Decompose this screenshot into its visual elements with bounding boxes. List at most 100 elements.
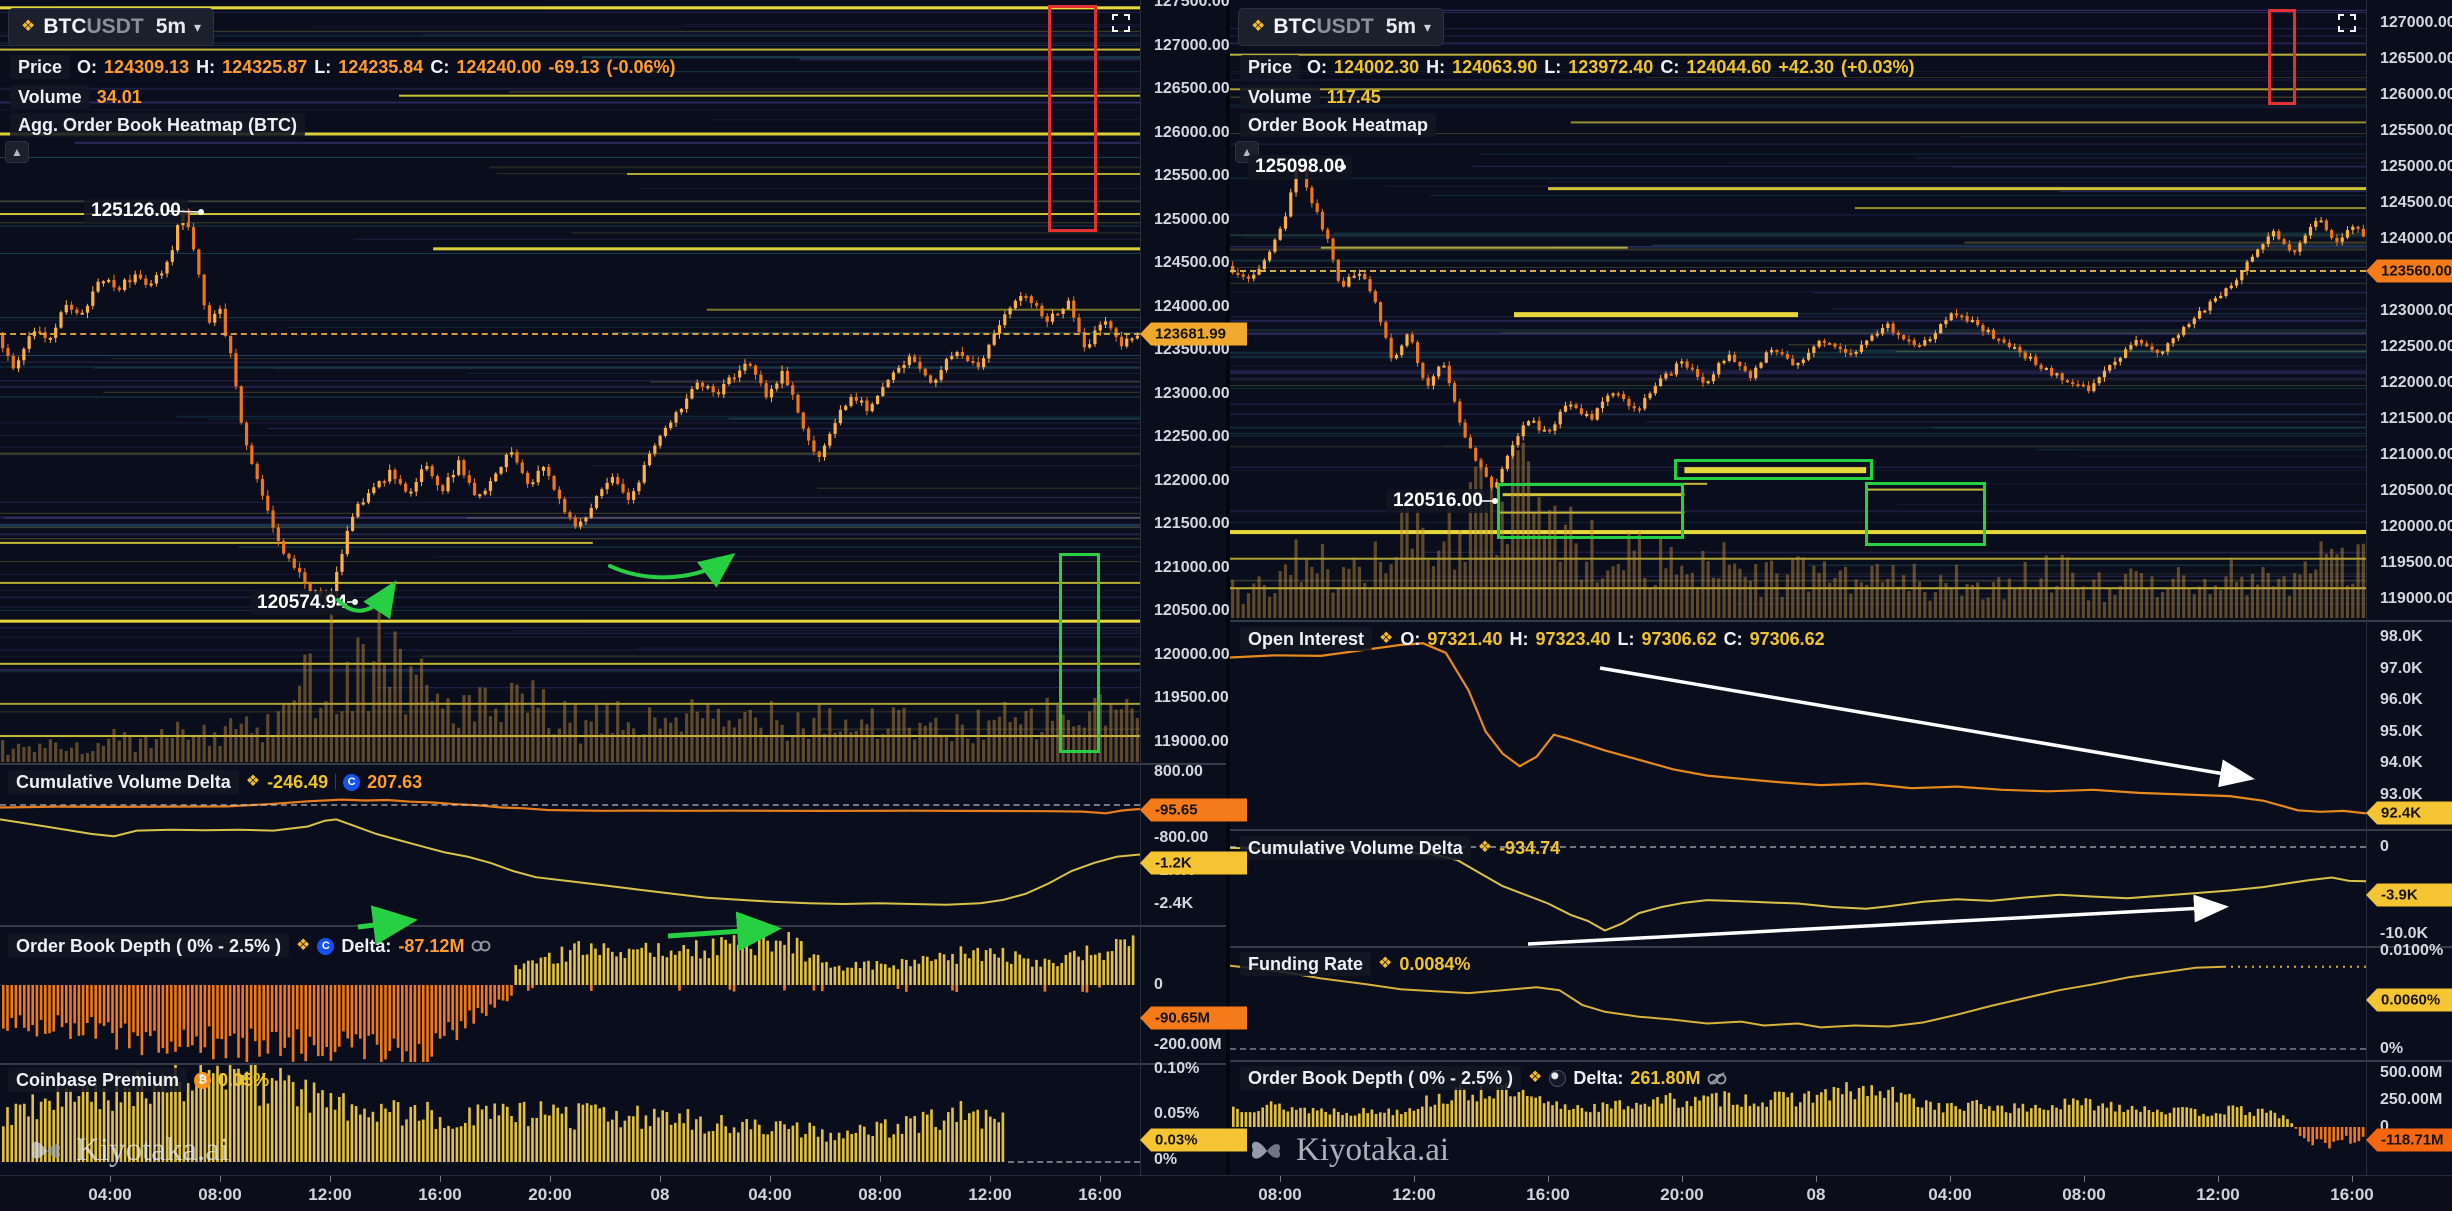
oi-title: Open Interest (1240, 627, 1372, 651)
change-value: +42.30 (1778, 56, 1834, 78)
left-heatmap-legend: Agg. Order Book Heatmap (BTC) (10, 113, 305, 137)
oi-high: 97323.40 (1535, 628, 1610, 650)
kiyotaka-watermark: Kiyotaka.ai (1246, 1132, 1449, 1169)
price-axis-label: 125000.00 (1154, 211, 1230, 229)
right-funding-zero-line (1230, 1048, 2366, 1050)
price-axis-label: 121000.00 (2380, 446, 2452, 464)
left-red-rectangle-annotation[interactable] (1048, 5, 1097, 232)
chevron-down-icon: ▾ (194, 19, 201, 36)
oi-close: 97306.62 (1750, 628, 1825, 650)
price-axis-label: 121500.00 (2380, 410, 2452, 428)
low-value: 124235.84 (338, 56, 423, 78)
indicator-axis-label: 0.0100% (2380, 942, 2443, 960)
binance-icon: ❖ (21, 19, 35, 35)
right-main-chart[interactable] (1230, 0, 2366, 620)
time-label: 16:00 (1078, 1185, 1121, 1205)
left-high-callout[interactable]: 125126.00 (84, 199, 188, 223)
coinbase-cvd-value: 207.63 (367, 771, 422, 793)
time-tick (880, 1176, 881, 1182)
time-label: 04:00 (748, 1185, 791, 1205)
right-green-rectangle-annotation-left[interactable] (1497, 483, 1684, 539)
high-value: 124063.90 (1452, 56, 1537, 78)
price-axis-label: 124500.00 (2380, 194, 2452, 212)
left-green-rectangle-annotation[interactable] (1059, 553, 1100, 753)
right-low-callout[interactable]: 120516.00 (1386, 489, 1490, 513)
time-label: 20:00 (1660, 1185, 1703, 1205)
time-tick (220, 1176, 221, 1182)
binance-icon[interactable]: ❖ (246, 774, 260, 790)
right-high-callout[interactable]: 125098.00 (1248, 155, 1352, 179)
right-fullscreen-button[interactable] (2336, 12, 2358, 39)
premium-tag: 0.03% (1140, 1129, 1247, 1152)
close-key: C: (1724, 628, 1743, 650)
time-tick (1816, 1176, 1817, 1182)
price-axis-label: 125000.00 (2380, 158, 2452, 176)
time-tick (990, 1176, 991, 1182)
binance-icon[interactable]: ❖ (1478, 840, 1492, 856)
left-cvd-header: Cumulative Volume Delta ❖ -246.49 C 207.… (8, 770, 422, 794)
time-label: 08 (651, 1185, 670, 1205)
right-green-rectangle-annotation-top[interactable] (1674, 459, 1873, 480)
left-symbol-selector[interactable]: ❖ BTCUSDT 5m ▾ (8, 8, 214, 46)
price-axis-label: 127000.00 (2380, 14, 2452, 32)
separator (1230, 829, 2452, 831)
delta-value: -87.12M (398, 935, 464, 957)
left-low-callout[interactable]: 120574.94 (250, 591, 354, 615)
binance-icon[interactable]: ❖ (1528, 1070, 1542, 1086)
oi-low: 97306.62 (1642, 628, 1717, 650)
price-axis-label: 122000.00 (2380, 374, 2452, 392)
oi-axis-label: 93.0K (2380, 786, 2423, 804)
coinbase-icon[interactable]: C (317, 938, 334, 955)
bitcoin-icon[interactable]: ₿ (194, 1072, 211, 1089)
delta-label: Delta: (341, 935, 391, 957)
price-axis-label: 123000.00 (1154, 385, 1230, 403)
last-price-tag: 123681.99 (1140, 323, 1247, 346)
symbol-base: BTC (1273, 15, 1316, 38)
price-axis-label: 120000.00 (1154, 646, 1230, 664)
change-pct: (-0.06%) (606, 56, 675, 78)
right-symbol-selector[interactable]: ❖ BTCUSDT 5m ▾ (1238, 8, 1444, 46)
time-tick (2218, 1176, 2219, 1182)
binance-icon[interactable]: ❖ (1379, 631, 1393, 647)
link-icon[interactable] (471, 940, 493, 953)
open-key: O: (1400, 628, 1420, 650)
unlink-icon[interactable] (1707, 1071, 1729, 1086)
coinbase-icon[interactable]: C (343, 774, 360, 791)
delta-value: 261.80M (1630, 1067, 1700, 1089)
price-axis-label: 125500.00 (2380, 122, 2452, 140)
time-label: 08 (1807, 1185, 1826, 1205)
right-heatmap-legend: Order Book Heatmap (1240, 113, 1436, 137)
right-open-interest-chart[interactable] (1230, 620, 2366, 829)
volume-value: 117.45 (1327, 86, 1381, 108)
price-axis-label: 126500.00 (1154, 80, 1230, 98)
right-red-rectangle-annotation[interactable] (2268, 9, 2296, 105)
left-fullscreen-button[interactable] (1110, 12, 1132, 39)
binance-icon[interactable]: ❖ (296, 938, 310, 954)
right-price-scale[interactable]: 127000.00126500.00126000.00125500.001250… (2366, 0, 2452, 1175)
obd-delta-tag: -118.71M (2366, 1129, 2452, 1152)
separator (1230, 946, 2452, 948)
price-axis-label: 124000.00 (2380, 230, 2452, 248)
time-tick (1100, 1176, 1101, 1182)
left-collapse-button[interactable]: ▲ (5, 141, 29, 163)
cvd-tag: -3.9K (2366, 884, 2452, 907)
left-obd-header: Order Book Depth ( 0% - 2.5% ) ❖ C Delta… (8, 934, 493, 958)
price-axis-label: 126500.00 (2380, 50, 2452, 68)
timeframe-selector[interactable]: 5m (156, 15, 186, 39)
time-axis[interactable]: 04:0008:0012:0016:0020:000804:0008:0012:… (0, 1175, 2452, 1211)
left-price-scale[interactable]: 127500.00127000.00126500.00126000.001255… (1140, 0, 1226, 1175)
right-funding-header: Funding Rate ❖ 0.0084% (1240, 952, 1470, 976)
right-volume-legend: Volume 117.45 (1240, 85, 1381, 109)
price-label: Price (1240, 55, 1300, 79)
close-key: C: (1660, 56, 1679, 78)
right-green-rectangle-annotation-right[interactable] (1865, 482, 1986, 546)
indicator-axis-label: 500.00M (2380, 1064, 2442, 1082)
binance-icon[interactable]: ❖ (1378, 956, 1392, 972)
timeframe-selector[interactable]: 5m (1386, 15, 1416, 39)
high-key: H: (196, 56, 215, 78)
open-value: 124002.30 (1334, 56, 1419, 78)
low-value: 123972.40 (1568, 56, 1653, 78)
exchange-icon[interactable] (1549, 1070, 1566, 1087)
oi-axis-label: 96.0K (2380, 691, 2423, 709)
high-key: H: (1509, 628, 1528, 650)
